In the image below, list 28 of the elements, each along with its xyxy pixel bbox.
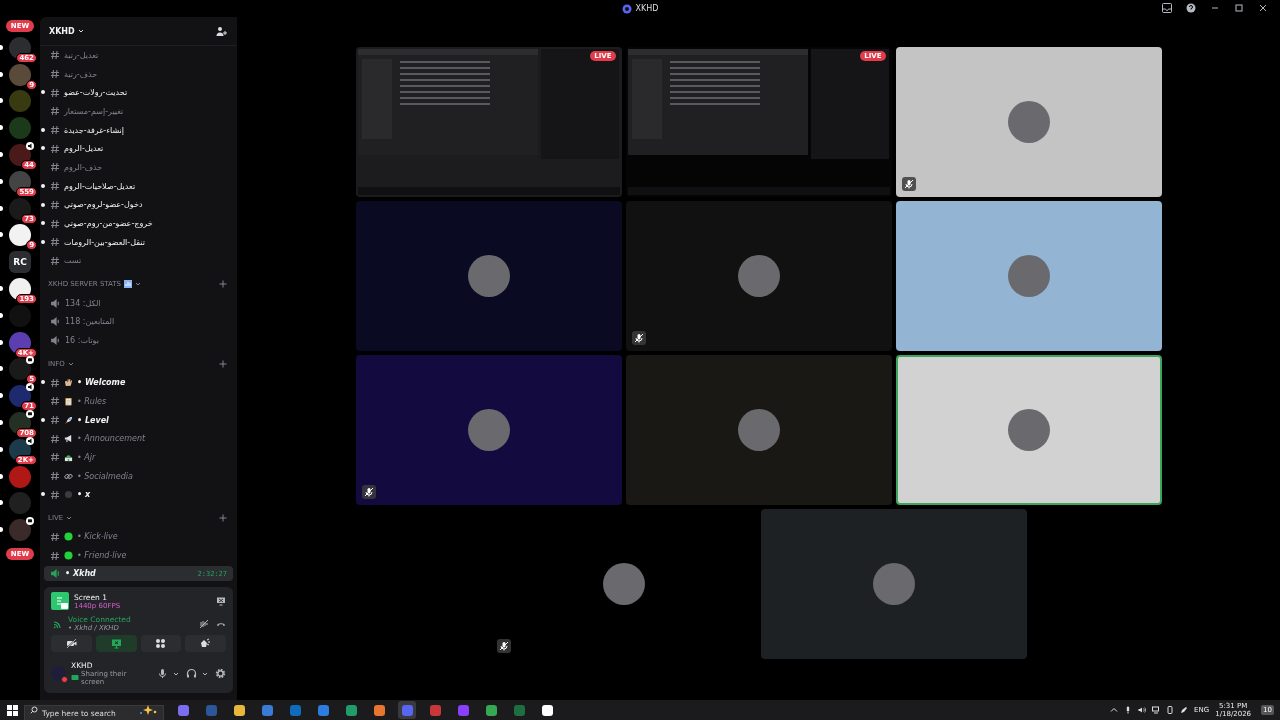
channel-name[interactable]: • Welcome (77, 378, 126, 388)
channel-name[interactable]: • Ajr (77, 452, 96, 462)
channel-name[interactable]: تغيير-إسم-مستعار (64, 106, 124, 116)
channel-name[interactable]: تنقل-العضو-بين-الرومات (64, 237, 145, 247)
channel-name[interactable]: • Socialmedia (77, 471, 133, 481)
channel-name[interactable]: تعديل-صلاحيات-الروم (64, 181, 136, 191)
channel-name[interactable]: الكل: 134 (65, 298, 101, 308)
channel-name[interactable]: حذف-رتبة (64, 69, 98, 79)
channel-name[interactable]: خروج-عضو-من-روم-صوتي (64, 219, 153, 229)
server-name[interactable]: XKHD (49, 26, 75, 36)
window-title: XKHD (635, 4, 659, 13)
channel-name[interactable]: • Level (77, 415, 109, 425)
channel-name[interactable]: • Friend-live (77, 551, 127, 561)
channel-name[interactable]: تست (64, 256, 82, 266)
channel-name[interactable]: • Announcement (77, 434, 146, 444)
channel-name[interactable]: تعديل-الروم (64, 144, 104, 154)
channel-name[interactable]: بوتات: 16 (65, 335, 99, 345)
channel-name[interactable]: حذف-الروم (64, 162, 103, 172)
channel-name[interactable]: • Rules (77, 396, 107, 406)
channel-name[interactable]: المتابعين: 118 (65, 317, 115, 327)
voice-channel-name: • Xkhd (65, 569, 96, 578)
channel-name[interactable]: تعديل-رتبة (64, 50, 99, 60)
channel-name[interactable]: • x (77, 490, 91, 500)
channel-name[interactable]: • Kick-live (77, 532, 118, 542)
channel-name[interactable]: دخول-عضو-لروم-صوتي (64, 200, 143, 210)
channel-name[interactable]: تحديث-رولات-عضو (64, 88, 128, 98)
server-icon[interactable]: RC (9, 251, 31, 274)
channel-name[interactable]: إنشاء-غرفة-جديدة (64, 125, 125, 135)
